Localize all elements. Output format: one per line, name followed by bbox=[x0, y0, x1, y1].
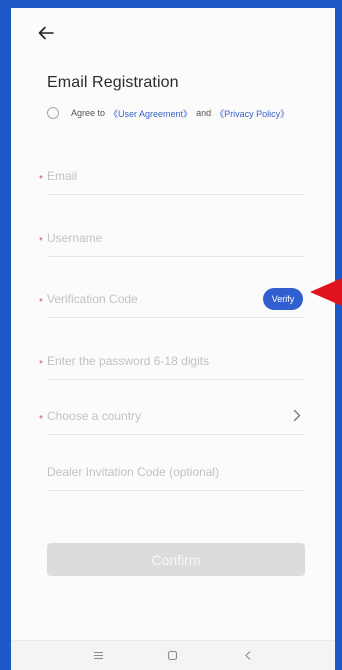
phone-screen: Email Registration Agree to 《User Agreem… bbox=[11, 8, 335, 670]
country-field[interactable]: * bbox=[39, 405, 305, 435]
dealer-code-input[interactable] bbox=[47, 461, 305, 483]
dealer-code-field bbox=[47, 461, 305, 491]
required-marker: * bbox=[39, 236, 43, 247]
nav-home-button[interactable] bbox=[161, 646, 185, 666]
arrow-left-icon bbox=[38, 26, 54, 40]
annotation-arrow-icon bbox=[310, 278, 342, 306]
verification-field: * Verify bbox=[39, 288, 305, 318]
verification-code-input[interactable] bbox=[47, 288, 247, 310]
password-input[interactable] bbox=[47, 350, 305, 372]
required-marker: * bbox=[39, 414, 43, 425]
required-marker: * bbox=[39, 174, 43, 185]
agree-prefix: Agree to bbox=[71, 108, 106, 118]
chevron-right-icon[interactable] bbox=[293, 409, 301, 422]
email-input[interactable] bbox=[47, 165, 305, 187]
agreement-row: Agree to 《User Agreement》 and 《Privacy P… bbox=[47, 104, 289, 122]
agree-and: and bbox=[196, 108, 212, 118]
country-select[interactable] bbox=[47, 405, 267, 427]
verify-button[interactable]: Verify bbox=[263, 288, 303, 310]
nav-menu-button[interactable] bbox=[86, 646, 110, 666]
page-title: Email Registration bbox=[47, 74, 179, 91]
back-button[interactable] bbox=[33, 20, 59, 46]
home-square-icon bbox=[168, 650, 178, 661]
email-field: * bbox=[39, 165, 305, 195]
nav-back-button[interactable] bbox=[236, 646, 260, 666]
user-agreement-link[interactable]: 《User Agreement》 bbox=[109, 107, 192, 120]
confirm-button[interactable]: Confirm bbox=[47, 543, 305, 576]
password-field: * bbox=[39, 350, 305, 380]
username-input[interactable] bbox=[47, 227, 305, 249]
back-chevron-icon bbox=[244, 651, 251, 660]
menu-icon bbox=[93, 651, 103, 660]
agree-radio[interactable] bbox=[47, 107, 59, 119]
privacy-policy-link[interactable]: 《Privacy Policy》 bbox=[215, 107, 289, 120]
required-marker: * bbox=[39, 359, 43, 370]
required-marker: * bbox=[39, 297, 43, 308]
username-field: * bbox=[39, 227, 305, 257]
system-nav-bar bbox=[11, 640, 335, 670]
